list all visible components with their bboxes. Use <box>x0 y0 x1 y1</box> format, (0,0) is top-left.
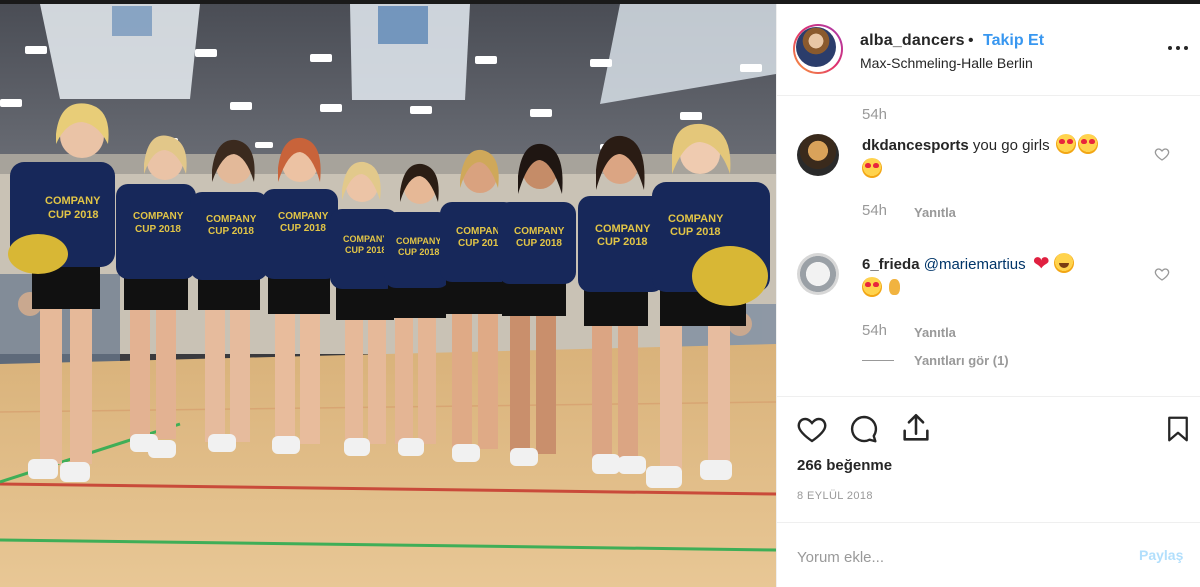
svg-text:CUP 2018: CUP 2018 <box>458 238 504 249</box>
svg-text:COMPANY: COMPANY <box>343 234 388 244</box>
post-header: alba_dancers • Takip Et Max-Schmeling-Ha… <box>777 4 1200 96</box>
like-comment-heart-icon[interactable] <box>1154 146 1170 162</box>
svg-text:CUP 2018: CUP 2018 <box>670 226 721 238</box>
photo-illustration: COMPANY CUP 2018 COMPANY CUP 2018 COMPAN… <box>0 4 776 587</box>
red-heart-emoji-icon <box>1032 252 1052 276</box>
svg-text:CUP 2018: CUP 2018 <box>135 224 181 235</box>
post-location[interactable]: Max-Schmeling-Halle Berlin <box>860 55 1033 71</box>
svg-text:CUP 2018: CUP 2018 <box>345 245 386 255</box>
ok-hand-emoji-icon <box>884 277 904 297</box>
add-comment-bar: Paylaş <box>777 522 1200 587</box>
header-separator: • <box>968 32 974 49</box>
follow-button[interactable]: Takip Et <box>983 32 1044 50</box>
heart-eyes-emoji-icon <box>862 277 882 297</box>
post-comment-button[interactable]: Paylaş <box>1139 547 1183 563</box>
heart-eyes-emoji-icon <box>862 158 882 178</box>
comment-timestamp: 54h <box>862 322 888 339</box>
view-replies-button[interactable]: Yanıtları gör (1) <box>914 353 1009 368</box>
svg-text:CUP 2018: CUP 2018 <box>516 238 562 249</box>
comments-list: 54h dkdancesports you go girls 54h Yanıt… <box>777 96 1200 396</box>
svg-text:COMPANY: COMPANY <box>514 226 565 237</box>
reply-button[interactable]: Yanıtla <box>914 205 956 220</box>
caption-timestamp: 54h <box>862 106 888 123</box>
more-dot <box>1184 46 1188 50</box>
add-comment-input[interactable] <box>795 543 1119 571</box>
more-dot <box>1168 46 1172 50</box>
comment-mention[interactable]: @mariemartius <box>924 256 1026 273</box>
commenter-avatar[interactable] <box>797 253 839 295</box>
like-heart-icon[interactable] <box>795 413 829 445</box>
svg-text:COMPANY: COMPANY <box>45 195 101 207</box>
post-username[interactable]: alba_dancers <box>860 32 965 50</box>
svg-text:COMPANY: COMPANY <box>396 236 441 246</box>
save-bookmark-icon[interactable] <box>1163 413 1193 445</box>
comment-bubble-icon[interactable] <box>847 413 881 445</box>
post-side-panel: alba_dancers • Takip Et Max-Schmeling-Ha… <box>776 4 1200 587</box>
reply-button[interactable]: Yanıtla <box>914 325 956 340</box>
share-icon[interactable] <box>899 411 933 445</box>
post-photo[interactable]: COMPANY CUP 2018 COMPANY CUP 2018 COMPAN… <box>0 4 776 587</box>
svg-text:COMPANY: COMPANY <box>595 223 651 235</box>
comment-body: 6_frieda @mariemartius <box>862 252 1162 301</box>
likes-count[interactable]: 266 beğenme <box>797 457 892 474</box>
svg-text:COMPANY: COMPANY <box>133 211 184 222</box>
comment-username[interactable]: 6_frieda <box>862 256 920 273</box>
svg-text:COMPANY: COMPANY <box>206 214 257 225</box>
post-actions: 266 beğenme 8 EYLÜL 2018 <box>777 396 1200 516</box>
comment-text: you go girls <box>972 137 1050 154</box>
svg-text:CUP 2018: CUP 2018 <box>48 209 99 221</box>
commenter-avatar[interactable] <box>797 134 839 176</box>
svg-text:CUP 2018: CUP 2018 <box>398 247 439 257</box>
grinning-emoji-icon <box>1053 253 1074 273</box>
svg-text:COMPANY: COMPANY <box>668 213 724 225</box>
heart-eyes-emoji-icon <box>1077 134 1098 154</box>
heart-eyes-emoji-icon <box>1055 134 1076 154</box>
svg-text:CUP 2018: CUP 2018 <box>208 226 254 237</box>
instagram-post-view: COMPANY CUP 2018 COMPANY CUP 2018 COMPAN… <box>0 0 1200 587</box>
comment-username[interactable]: dkdancesports <box>862 137 969 154</box>
comment-body: dkdancesports you go girls <box>862 134 1162 182</box>
post-date: 8 EYLÜL 2018 <box>797 490 873 502</box>
more-options-icon[interactable] <box>1165 38 1191 58</box>
svg-text:CUP 2018: CUP 2018 <box>280 223 326 234</box>
view-replies-line <box>862 360 894 361</box>
svg-text:CUP 2018: CUP 2018 <box>597 236 648 248</box>
avatar-image <box>796 27 836 67</box>
like-comment-heart-icon[interactable] <box>1154 266 1170 282</box>
comment-timestamp: 54h <box>862 202 888 219</box>
profile-avatar[interactable] <box>793 24 843 74</box>
more-dot <box>1176 46 1180 50</box>
svg-text:COMPANY: COMPANY <box>278 211 329 222</box>
